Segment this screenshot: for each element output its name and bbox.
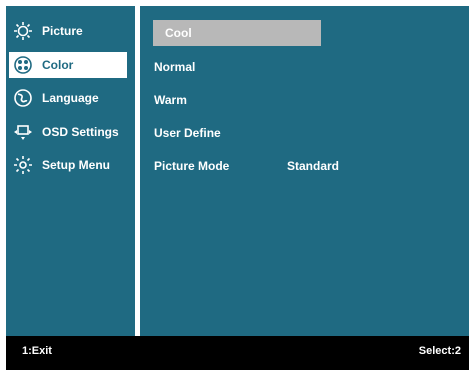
exit-hint: 1:Exit (22, 345, 52, 357)
sidebar-item-picture[interactable]: Picture (9, 18, 127, 44)
osd-settings-icon (12, 121, 34, 143)
menu-item-user-define[interactable]: User Define (154, 120, 221, 146)
sidebar-item-label: Color (42, 58, 74, 72)
globe-icon (12, 87, 34, 109)
footer-bar: 1:Exit Select:2 (6, 336, 469, 370)
sidebar-item-label: Picture (42, 24, 83, 38)
sun-icon (12, 20, 34, 42)
submenu-panel: Cool Normal Warm User Define Picture Mod… (140, 6, 469, 336)
menu-item-warm[interactable]: Warm (154, 87, 187, 113)
menu-item-label: Warm (154, 93, 187, 107)
osd-window: Picture Color Language OSD Settings Setu… (6, 6, 469, 370)
sidebar-item-setup-menu[interactable]: Setup Menu (9, 152, 127, 178)
sidebar-item-label: OSD Settings (42, 125, 119, 139)
gear-icon (12, 154, 34, 176)
sidebar-item-osd-settings[interactable]: OSD Settings (9, 119, 127, 145)
select-hint: Select:2 (418, 345, 461, 357)
menu-item-picture-mode[interactable]: Picture Mode Standard (154, 153, 339, 179)
menu-item-value: Standard (287, 159, 340, 173)
menu-item-label: Normal (154, 60, 196, 74)
menu-item-label: Picture Mode (154, 159, 230, 173)
menu-item-normal[interactable]: Normal (154, 54, 195, 80)
palette-icon (12, 54, 34, 76)
sidebar-item-label: Setup Menu (42, 158, 110, 172)
sidebar-item-language[interactable]: Language (9, 85, 127, 111)
sidebar-item-label: Language (42, 91, 99, 105)
menu-item-label: User Define (154, 126, 221, 140)
sidebar: Picture Color Language OSD Settings Setu… (6, 6, 135, 336)
menu-item-label: Cool (165, 26, 192, 40)
sidebar-item-color[interactable]: Color (9, 52, 127, 78)
menu-item-cool[interactable]: Cool (153, 20, 321, 46)
